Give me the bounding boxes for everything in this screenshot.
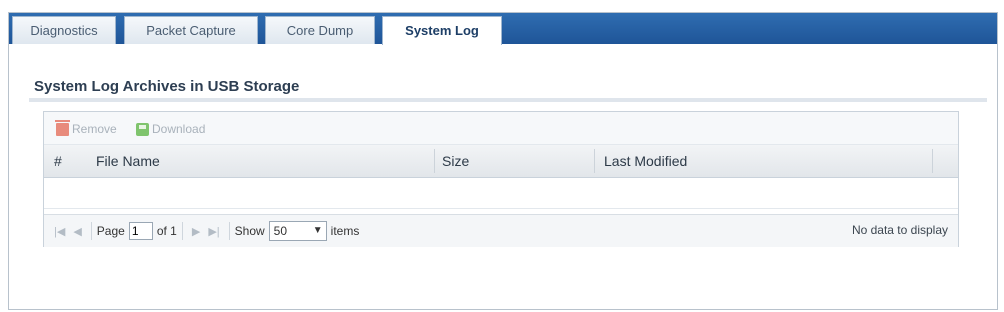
show-label: Show [234, 224, 265, 238]
page-count-label: of 1 [156, 224, 177, 238]
pager-divider [181, 222, 183, 240]
chevron-down-icon: ▼ [312, 225, 323, 236]
tab-system-log[interactable]: System Log [382, 16, 502, 45]
pager-divider [228, 222, 230, 240]
no-data-status: No data to display [851, 223, 948, 237]
column-header-last-modified[interactable]: Last Modified [596, 145, 928, 177]
page-label: Page [96, 224, 125, 238]
trash-icon [55, 119, 70, 136]
download-label: Download [152, 122, 206, 136]
column-header-index[interactable]: # [46, 145, 88, 177]
tab-packet-capture[interactable]: Packet Capture [124, 16, 258, 44]
log-archive-grid: Remove Download # File Name Size Last Mo… [43, 111, 959, 247]
page-size-select[interactable]: 50 ▼ [268, 221, 327, 241]
grid-toolbar: Remove Download [44, 112, 958, 145]
column-header-size[interactable]: Size [434, 145, 594, 177]
disk-icon [136, 122, 149, 136]
first-page-icon[interactable]: |◀ [54, 225, 65, 238]
table-body [44, 178, 958, 209]
system-log-panel: Diagnostics Packet Capture Core Dump Sys… [8, 12, 998, 310]
download-button[interactable]: Download [136, 120, 205, 138]
page-number-input[interactable] [128, 222, 153, 240]
tab-bar: Diagnostics Packet Capture Core Dump Sys… [9, 13, 997, 45]
prev-page-icon[interactable]: ◀ [73, 225, 81, 238]
table-header: # File Name Size Last Modified [44, 145, 958, 178]
column-divider [932, 149, 933, 173]
pager-divider [90, 222, 92, 240]
column-divider [594, 149, 595, 173]
next-page-icon[interactable]: ▶ [192, 225, 200, 238]
pagination-bar: |◀ ◀ Page of 1 ▶ ▶| Show 50 ▼ items No d… [44, 214, 958, 247]
items-label: items [330, 224, 360, 238]
last-page-icon[interactable]: ▶| [208, 225, 219, 238]
remove-button[interactable]: Remove [55, 119, 117, 138]
title-divider [29, 98, 987, 102]
remove-label: Remove [72, 122, 117, 136]
tab-core-dump[interactable]: Core Dump [265, 16, 375, 44]
section-title: System Log Archives in USB Storage [34, 78, 300, 95]
page-size-value: 50 [273, 224, 288, 238]
column-header-file-name[interactable]: File Name [88, 145, 434, 177]
tab-diagnostics[interactable]: Diagnostics [12, 16, 116, 44]
